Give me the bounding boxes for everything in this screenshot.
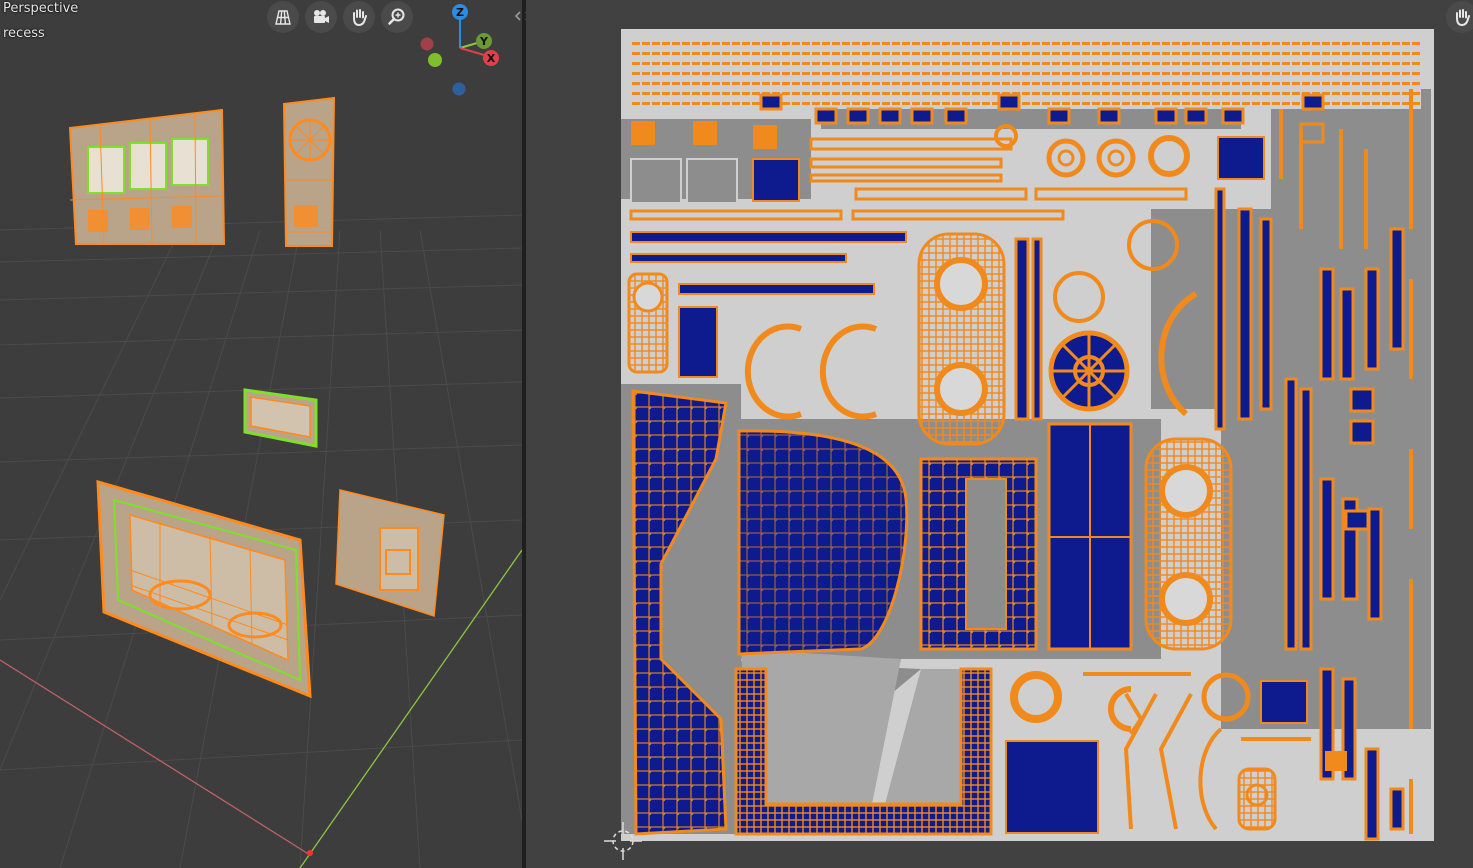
zoom-view-button[interactable] (381, 1, 413, 33)
neg-y-axis-handle[interactable] (428, 53, 442, 67)
uv-island-square-2 (1217, 136, 1265, 180)
uv-island-square-1 (752, 158, 800, 202)
neg-x-axis-handle[interactable] (420, 37, 434, 51)
z-axis-label: Z (456, 6, 464, 19)
z-axis-handle[interactable]: Z (452, 4, 468, 20)
view-mode-label: Perspective (3, 1, 79, 16)
3d-viewport[interactable]: Perspective recess Z Y X (0, 0, 522, 868)
uv-island-oval-b (1144, 437, 1233, 651)
mesh-recess[interactable] (96, 479, 312, 699)
y-axis-label: Y (479, 35, 489, 48)
mesh-plane[interactable] (335, 489, 445, 618)
origin-point (307, 850, 313, 856)
x-axis-handle[interactable]: X (483, 50, 499, 66)
camera-view-button[interactable] (305, 1, 337, 33)
navigation-gizmo[interactable]: Z Y X (414, 0, 506, 104)
uv-island-square-4 (1260, 680, 1308, 724)
mesh-small-frame[interactable] (243, 388, 318, 448)
toggle-ortho-button[interactable] (267, 1, 299, 33)
x-axis-line (0, 659, 311, 856)
active-object-label: recess (3, 26, 45, 41)
uv-layout-canvas[interactable] (621, 29, 1434, 841)
uv-square-islands (631, 121, 777, 149)
uv-island-small-rect (678, 306, 718, 378)
texture-highlights (741, 649, 991, 819)
uv-island-small-ring (1237, 767, 1277, 831)
y-axis-handle[interactable]: Y (476, 33, 492, 49)
hand-icon (353, 9, 367, 27)
zoom-icon (388, 8, 405, 25)
grid-icon (275, 10, 291, 25)
neg-z-axis-handle[interactable] (452, 82, 466, 96)
uv-pan-button[interactable] (1446, 1, 1473, 33)
mesh-tall-panel[interactable] (282, 96, 336, 247)
viewport-scene[interactable] (0, 0, 522, 868)
uv-island-ladder (919, 457, 1038, 651)
hand-icon (1456, 9, 1470, 27)
camera-icon (314, 10, 329, 23)
uv-island-square-3 (1005, 740, 1099, 834)
mesh-window-panel[interactable] (68, 108, 226, 245)
uv-island-rect-tall (1047, 422, 1133, 651)
pan-view-button[interactable] (343, 1, 375, 33)
uv-island-dome (737, 429, 909, 656)
uv-editor[interactable] (526, 0, 1473, 868)
2d-cursor-icon[interactable] (602, 820, 644, 862)
uv-island-ring-left (627, 272, 669, 374)
x-axis-label: X (487, 52, 496, 65)
uv-island-oval-a (917, 232, 1006, 446)
